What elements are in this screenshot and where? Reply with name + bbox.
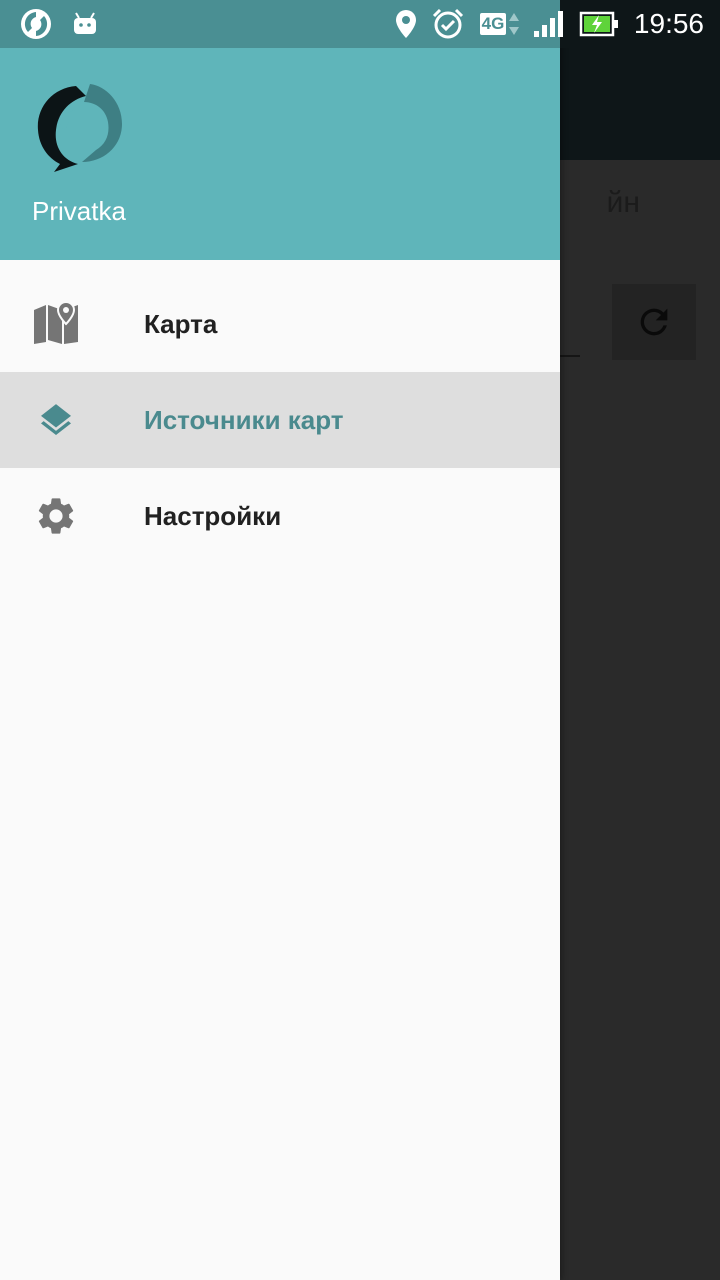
menu-item-label: Источники карт: [144, 404, 344, 435]
menu-item-map[interactable]: Карта: [0, 276, 560, 372]
menu-item-label: Настройки: [144, 500, 282, 531]
gear-icon: [32, 492, 80, 540]
drawer-header: Privatka: [0, 48, 560, 260]
drawer-menu: Карта Источники карт Настройки: [0, 276, 560, 564]
screen: йн 4G 19:56 Privatka Карта Источники кар…: [0, 0, 720, 1280]
menu-item-map-sources[interactable]: Источники карт: [0, 372, 560, 468]
menu-item-settings[interactable]: Настройки: [0, 468, 560, 564]
refresh-button[interactable]: [612, 284, 696, 360]
menu-item-label: Карта: [144, 308, 218, 339]
network-type-indicator: 4G: [476, 0, 524, 48]
refresh-icon: [640, 308, 668, 336]
android-icon: [70, 0, 100, 48]
battery-charging-icon: [578, 0, 620, 48]
navigation-drawer: Privatka Карта Источники карт Настройки: [0, 0, 560, 1280]
app-logo: [32, 80, 128, 176]
status-bar: 4G 19:56: [0, 0, 720, 48]
signal-icon: [530, 0, 568, 48]
alarm-icon: [430, 0, 466, 48]
app-notification-icon: [18, 0, 54, 48]
layers-icon: [32, 396, 80, 444]
location-icon: [392, 0, 420, 48]
map-icon: [32, 300, 80, 348]
app-name: Privatka: [32, 196, 126, 226]
clock: 19:56: [633, 8, 704, 39]
